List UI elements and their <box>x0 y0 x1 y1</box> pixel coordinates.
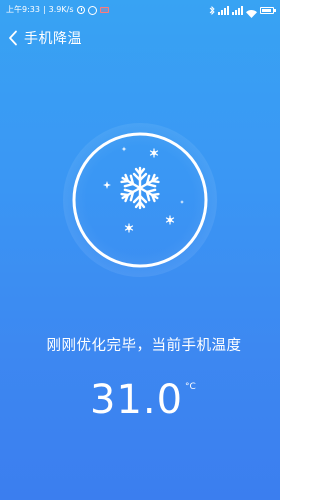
chevron-left-icon <box>9 30 17 46</box>
status-time: 上午9:33 <box>6 5 40 14</box>
cooling-badge <box>62 122 218 278</box>
screen: 上午9:33 | 3.9K/s 手机降温 刚刚优化完毕，当前手机温度 31.0 … <box>0 0 280 500</box>
battery-icon <box>260 6 276 14</box>
mail-icon <box>99 7 109 13</box>
wifi-icon <box>246 6 257 18</box>
clock-icon <box>76 6 85 14</box>
status-bar: 上午9:33 | 3.9K/s <box>0 0 280 20</box>
temperature-unit: °C <box>185 382 196 392</box>
network-speed: 3.9K/s <box>48 5 74 14</box>
back-button[interactable] <box>2 26 24 50</box>
cooling-ring <box>63 123 217 277</box>
temperature-display: 31.0 °C <box>0 374 280 434</box>
signal-icon <box>218 5 229 15</box>
bluetooth-icon <box>209 5 215 15</box>
alarm-icon <box>87 5 97 15</box>
status-bar-left: 上午9:33 | 3.9K/s <box>6 0 109 20</box>
page-title: 手机降温 <box>24 31 82 47</box>
signal-icon-2 <box>232 5 243 15</box>
status-bar-right <box>209 5 276 18</box>
optimize-result-message: 刚刚优化完毕，当前手机温度 <box>46 338 242 354</box>
status-separator: | <box>42 5 46 14</box>
header: 手机降温 <box>0 26 82 50</box>
temperature-value: 31.0 <box>90 377 184 423</box>
